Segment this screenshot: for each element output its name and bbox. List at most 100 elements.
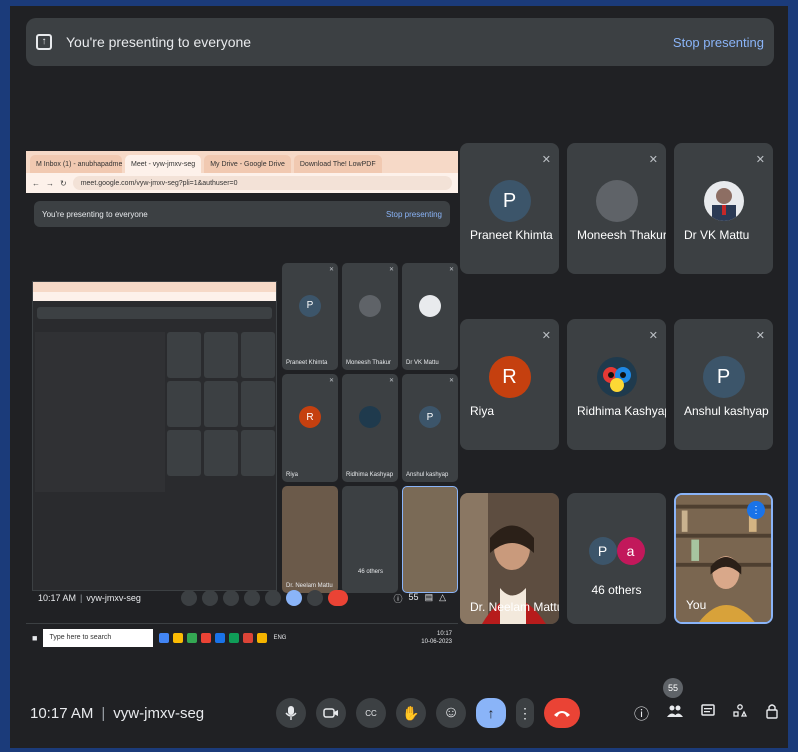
people-icon xyxy=(667,705,684,717)
nested-tile: 46 others xyxy=(342,485,398,593)
others-avatars: P a xyxy=(588,537,645,565)
windows-taskbar: ■ Type here to search ENG 10:17 10-06-20… xyxy=(26,623,458,651)
nested-hand-icon xyxy=(243,590,260,606)
nested-tab-strip xyxy=(33,282,276,292)
nested-people-count: 55 xyxy=(408,591,419,602)
more-options-icon[interactable]: ⋮ xyxy=(747,501,765,519)
nested-tile: ✕ R Riya xyxy=(282,374,338,482)
hang-up-icon xyxy=(554,711,570,717)
host-controls-button[interactable] xyxy=(765,703,779,723)
browser-tab: M Inbox (1) - anubhapadmesh@gm xyxy=(30,155,122,173)
mini-tile xyxy=(204,430,238,476)
reload-icon: ↻ xyxy=(60,178,67,188)
mic-off-icon: ✕ xyxy=(648,154,658,166)
nested-leave-icon xyxy=(327,590,348,606)
stop-presenting-button[interactable]: Stop presenting xyxy=(673,35,764,50)
nested-tile-name: 46 others xyxy=(358,569,384,575)
nested-tile: Dr. Neelam Mattu xyxy=(282,485,338,593)
hand-icon: ✋ xyxy=(402,704,420,721)
chat-button[interactable] xyxy=(701,704,715,722)
mic-off-icon: ✕ xyxy=(755,330,765,342)
nested-tile: ✕ Ridhima Kashyap xyxy=(342,374,398,482)
nested-presenting-banner: You're presenting to everyone Stop prese… xyxy=(34,201,450,227)
camera-button[interactable] xyxy=(316,698,346,728)
taskbar-apps xyxy=(159,632,268,643)
presenting-banner: ↑ You're presenting to everyone Stop pre… xyxy=(26,18,774,66)
taskbar-clock: 10:17 10-06-2023 xyxy=(421,630,452,646)
meeting-details: 10:17 AM | vyw-jmxv-seg xyxy=(30,705,204,722)
more-vert-icon: ⋮ xyxy=(518,704,532,721)
meeting-details-button[interactable]: ⓘ xyxy=(634,703,649,724)
taskbar-app-icon xyxy=(159,632,170,643)
raise-hand-button[interactable]: ✋ xyxy=(396,698,426,728)
participant-tile[interactable]: ✕ Dr VK Mattu xyxy=(674,143,773,274)
self-tile[interactable]: ⋮ You xyxy=(674,493,773,624)
nested-tile-name: Praneet Khimta xyxy=(286,360,328,367)
nested-avatar: P xyxy=(299,294,321,317)
leave-call-button[interactable] xyxy=(544,698,580,728)
taskbar-app-icon xyxy=(173,632,184,643)
participant-tile[interactable]: ✕ Ridhima Kashyap xyxy=(567,319,666,450)
captions-button[interactable]: CC xyxy=(356,698,386,728)
participant-tile[interactable]: ✕ P Praneet Khimta xyxy=(460,143,559,274)
mic-off-icon: ✕ xyxy=(388,378,394,385)
separator: | xyxy=(101,704,106,722)
taskbar-app-icon xyxy=(215,632,226,643)
people-button[interactable]: 55 xyxy=(663,678,684,722)
activities-button[interactable] xyxy=(733,704,748,722)
meet-window: ↑ You're presenting to everyone Stop pre… xyxy=(10,6,788,748)
colorful-avatar-icon xyxy=(602,367,631,392)
avatar-photo xyxy=(596,357,637,397)
nested-tile-name: Ridhima Kashyap xyxy=(346,471,394,478)
mic-off-icon: ✕ xyxy=(448,378,454,385)
chat-icon xyxy=(701,704,715,716)
microphone-button[interactable] xyxy=(276,698,306,728)
nested-avatar: P xyxy=(419,406,441,429)
others-tile[interactable]: P a 46 others xyxy=(567,493,666,624)
nested-time: 10:17 AM xyxy=(38,593,77,603)
reactions-button[interactable]: ☺ xyxy=(436,698,466,728)
lock-person-icon xyxy=(766,704,778,719)
mic-icon xyxy=(285,706,297,720)
nested-tile: ✕ Moneesh Thakur xyxy=(342,263,398,371)
windows-start-icon: ■ xyxy=(32,632,38,643)
mini-tile xyxy=(204,381,238,427)
participant-tile[interactable]: ✕ Moneesh Thakur xyxy=(567,143,666,274)
taskbar-app-icon xyxy=(243,632,254,643)
avatar: P xyxy=(588,537,617,565)
browser-tab: Meet - vyw-jmxv-seg xyxy=(125,155,202,173)
nested-tile-name: Moneesh Thakur xyxy=(346,360,391,367)
nested-mic-icon xyxy=(180,590,197,606)
avatar: P xyxy=(488,180,531,222)
participant-tile[interactable]: ✕ P Anshul kashyap xyxy=(674,319,773,450)
participant-name: Moneesh Thakur xyxy=(577,228,666,242)
participant-tile[interactable]: Dr. Neelam Mattu xyxy=(460,493,559,624)
participant-name: Dr VK Mattu xyxy=(684,228,750,242)
mic-off-icon: ✕ xyxy=(755,154,765,166)
people-count-badge: 55 xyxy=(663,678,684,698)
more-options-button[interactable]: ⋮ xyxy=(516,698,534,728)
nested-avatar xyxy=(359,294,381,317)
present-screen-icon: ↑ xyxy=(36,34,52,50)
nested-info-icon: ⓘ xyxy=(393,593,403,604)
shared-screen-preview: M Inbox (1) - anubhapadmesh@gm Meet - vy… xyxy=(26,151,458,663)
taskbar-app-icon xyxy=(201,632,212,643)
present-now-button[interactable]: ↑ xyxy=(476,698,506,728)
nested-banner-message: You're presenting to everyone xyxy=(42,209,148,219)
forward-icon: → xyxy=(46,178,54,188)
mic-off-icon: ✕ xyxy=(648,330,658,342)
taskbar-date: 10-06-2023 xyxy=(421,638,452,645)
nested-more-icon xyxy=(306,590,323,606)
participant-tile[interactable]: ✕ R Riya xyxy=(460,319,559,450)
participant-name: Praneet Khimta xyxy=(470,228,553,242)
mic-off-icon: ✕ xyxy=(328,267,334,273)
nested-emoji-icon xyxy=(264,590,281,606)
current-time: 10:17 AM xyxy=(30,704,94,722)
nested-controls xyxy=(180,590,348,606)
others-count-label: 46 others xyxy=(591,583,642,597)
nested-camera-icon xyxy=(201,590,218,606)
browser-tab: Download The! LowPDF xyxy=(293,155,382,173)
nested-tile-self xyxy=(402,485,458,593)
nested-tile-name: Anshul kashyap xyxy=(406,471,449,478)
taskbar-app-icon xyxy=(229,632,240,643)
